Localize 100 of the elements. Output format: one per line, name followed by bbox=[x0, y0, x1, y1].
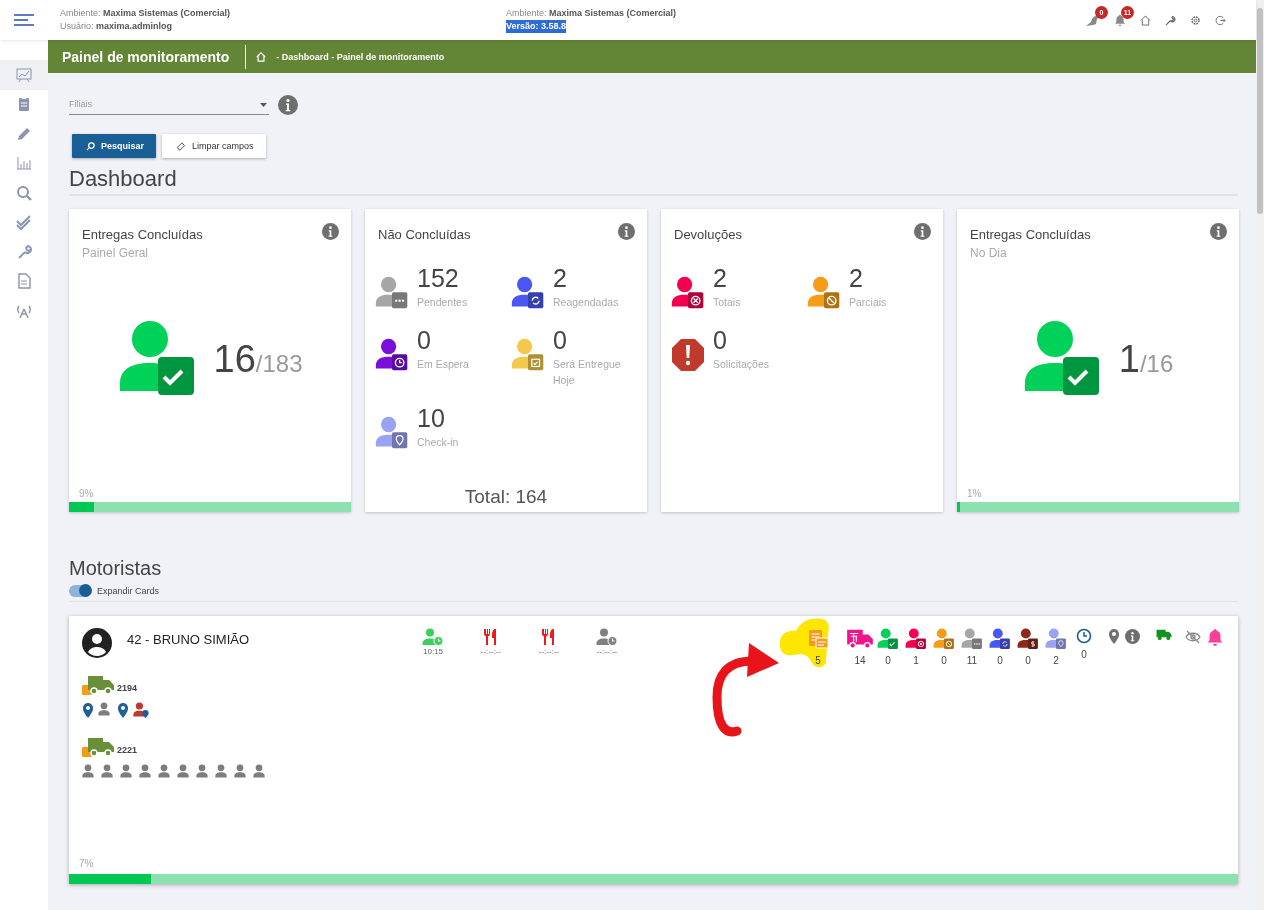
hidden-eye-icon[interactable] bbox=[1184, 630, 1201, 644]
pin-icon bbox=[117, 702, 129, 718]
driver-name: 42 - BRUNO SIMIÃO bbox=[127, 632, 251, 647]
caret-icon bbox=[260, 103, 267, 107]
toggle-label: Expandir Cards bbox=[97, 586, 160, 596]
total-text: Total: 164 bbox=[463, 486, 549, 509]
card-title: Entregas Concluídas bbox=[82, 227, 203, 242]
card-title: Não Concluídas bbox=[378, 227, 471, 242]
avatar-icon bbox=[82, 628, 112, 658]
vehicle-number: 2194 bbox=[117, 683, 138, 693]
total-count: /16 bbox=[1139, 349, 1174, 378]
count-label: Em Espera bbox=[417, 357, 470, 372]
person-icon bbox=[177, 764, 192, 779]
search-icon bbox=[86, 141, 95, 151]
percent-text: 7% bbox=[78, 858, 94, 869]
count-label: Solicitações bbox=[713, 357, 771, 372]
eraser-icon bbox=[176, 141, 187, 151]
count-label: Check-in bbox=[417, 435, 460, 450]
card-subtitle: Painel Geral bbox=[81, 245, 150, 260]
card-title: Entregas Concluídas bbox=[970, 227, 1091, 242]
count-value: 10 bbox=[417, 403, 446, 434]
count-label: Pendentes bbox=[417, 295, 469, 310]
search-icon bbox=[15, 183, 33, 202]
count-value: 2 bbox=[553, 263, 568, 294]
person-icon bbox=[234, 764, 249, 779]
percent-text: 9% bbox=[78, 488, 95, 499]
count-value: 0 bbox=[713, 325, 728, 356]
info-icon[interactable] bbox=[1125, 628, 1140, 644]
time-text: --:--:-- bbox=[480, 647, 502, 656]
user-text: Usuário: maxima.adminlog bbox=[60, 20, 174, 33]
stat-value: 0 bbox=[941, 655, 947, 666]
document-icon bbox=[15, 272, 33, 291]
person-icon bbox=[98, 702, 113, 717]
time-text: 10:15 bbox=[423, 647, 443, 656]
stat-value: 0 bbox=[1081, 649, 1087, 660]
person-icon bbox=[139, 764, 154, 779]
person-icon bbox=[82, 764, 97, 779]
stat-value: 1 bbox=[913, 655, 919, 666]
checks-icon bbox=[15, 213, 33, 232]
bell-icon[interactable] bbox=[1205, 628, 1224, 646]
info-icon[interactable] bbox=[278, 95, 298, 115]
person-icon bbox=[120, 764, 135, 779]
stat-value: 2 bbox=[1053, 655, 1059, 666]
person-icon bbox=[215, 764, 230, 779]
percent-text: 1% bbox=[966, 488, 983, 499]
delivered-count: 1 bbox=[1118, 337, 1140, 381]
count-label: Parciais bbox=[849, 295, 888, 310]
delivery-truck-icon bbox=[82, 674, 115, 696]
pin-icon bbox=[82, 702, 94, 718]
count-value: 2 bbox=[849, 263, 864, 294]
count-value: 152 bbox=[417, 263, 460, 294]
card-title: Devoluções bbox=[674, 227, 742, 242]
chart-icon bbox=[15, 65, 33, 84]
count-value: 0 bbox=[417, 325, 432, 356]
stat-value: 0 bbox=[885, 655, 891, 666]
person-pin-icon bbox=[133, 702, 149, 718]
stat-value: 5 bbox=[815, 655, 821, 666]
stat-value: 11 bbox=[966, 655, 978, 666]
delivery-truck-icon bbox=[82, 736, 115, 758]
time-text: --:--:-- bbox=[538, 647, 560, 656]
logout-icon[interactable] bbox=[1215, 14, 1226, 26]
breadcrumb: - Dashboard - Painel de monitoramento bbox=[276, 51, 445, 62]
card-subtitle: No Dia bbox=[969, 245, 1008, 260]
info-icon[interactable] bbox=[322, 223, 339, 240]
environment-text: Ambiente: Maxima Sistemas (Comercial) bbox=[60, 7, 232, 20]
settings-icon[interactable] bbox=[1190, 14, 1201, 26]
page-title: Painel de monitoramento bbox=[62, 48, 230, 65]
count-value: 2 bbox=[713, 263, 728, 294]
info-icon[interactable] bbox=[1210, 223, 1227, 240]
search-button[interactable]: Pesquisar bbox=[72, 134, 157, 158]
delivered-count: 16 bbox=[213, 337, 256, 381]
environment-text: Ambiente: Maxima Sistemas (Comercial) bbox=[506, 7, 677, 20]
stat-value: 14 bbox=[854, 655, 866, 666]
person-icon bbox=[158, 764, 173, 779]
info-icon[interactable] bbox=[914, 223, 931, 240]
bars-icon bbox=[15, 154, 33, 173]
count-label: Totais bbox=[713, 295, 742, 310]
toggle-switch[interactable] bbox=[69, 585, 91, 597]
vehicle-number: 2221 bbox=[117, 745, 138, 755]
clear-button[interactable]: Limpar campos bbox=[162, 134, 266, 158]
person-icon bbox=[253, 764, 268, 779]
count-label: Será Entregue Hoje bbox=[553, 357, 622, 388]
person-icon bbox=[196, 764, 211, 779]
wrench-icon[interactable] bbox=[1165, 14, 1176, 26]
count-value: 0 bbox=[553, 325, 568, 356]
version-text: Versão: 3.58.8 bbox=[506, 20, 567, 33]
total-count: /183 bbox=[255, 349, 303, 378]
scrollbar-thumb[interactable] bbox=[1257, 8, 1263, 214]
stat-value: 0 bbox=[1025, 655, 1031, 666]
branch-select[interactable]: Filiais bbox=[69, 93, 269, 115]
section-title: Dashboard bbox=[69, 166, 178, 192]
bell-icon[interactable] bbox=[1114, 14, 1126, 26]
info-icon[interactable] bbox=[618, 223, 635, 240]
count-label: Reagendadas bbox=[553, 295, 620, 310]
section-title: Motoristas bbox=[69, 557, 163, 580]
time-text: --:--:-- bbox=[596, 647, 618, 656]
menu-icon[interactable] bbox=[14, 14, 34, 26]
home-icon[interactable] bbox=[1140, 14, 1151, 26]
stat-value: 0 bbox=[997, 655, 1003, 666]
person-icon bbox=[101, 764, 116, 779]
